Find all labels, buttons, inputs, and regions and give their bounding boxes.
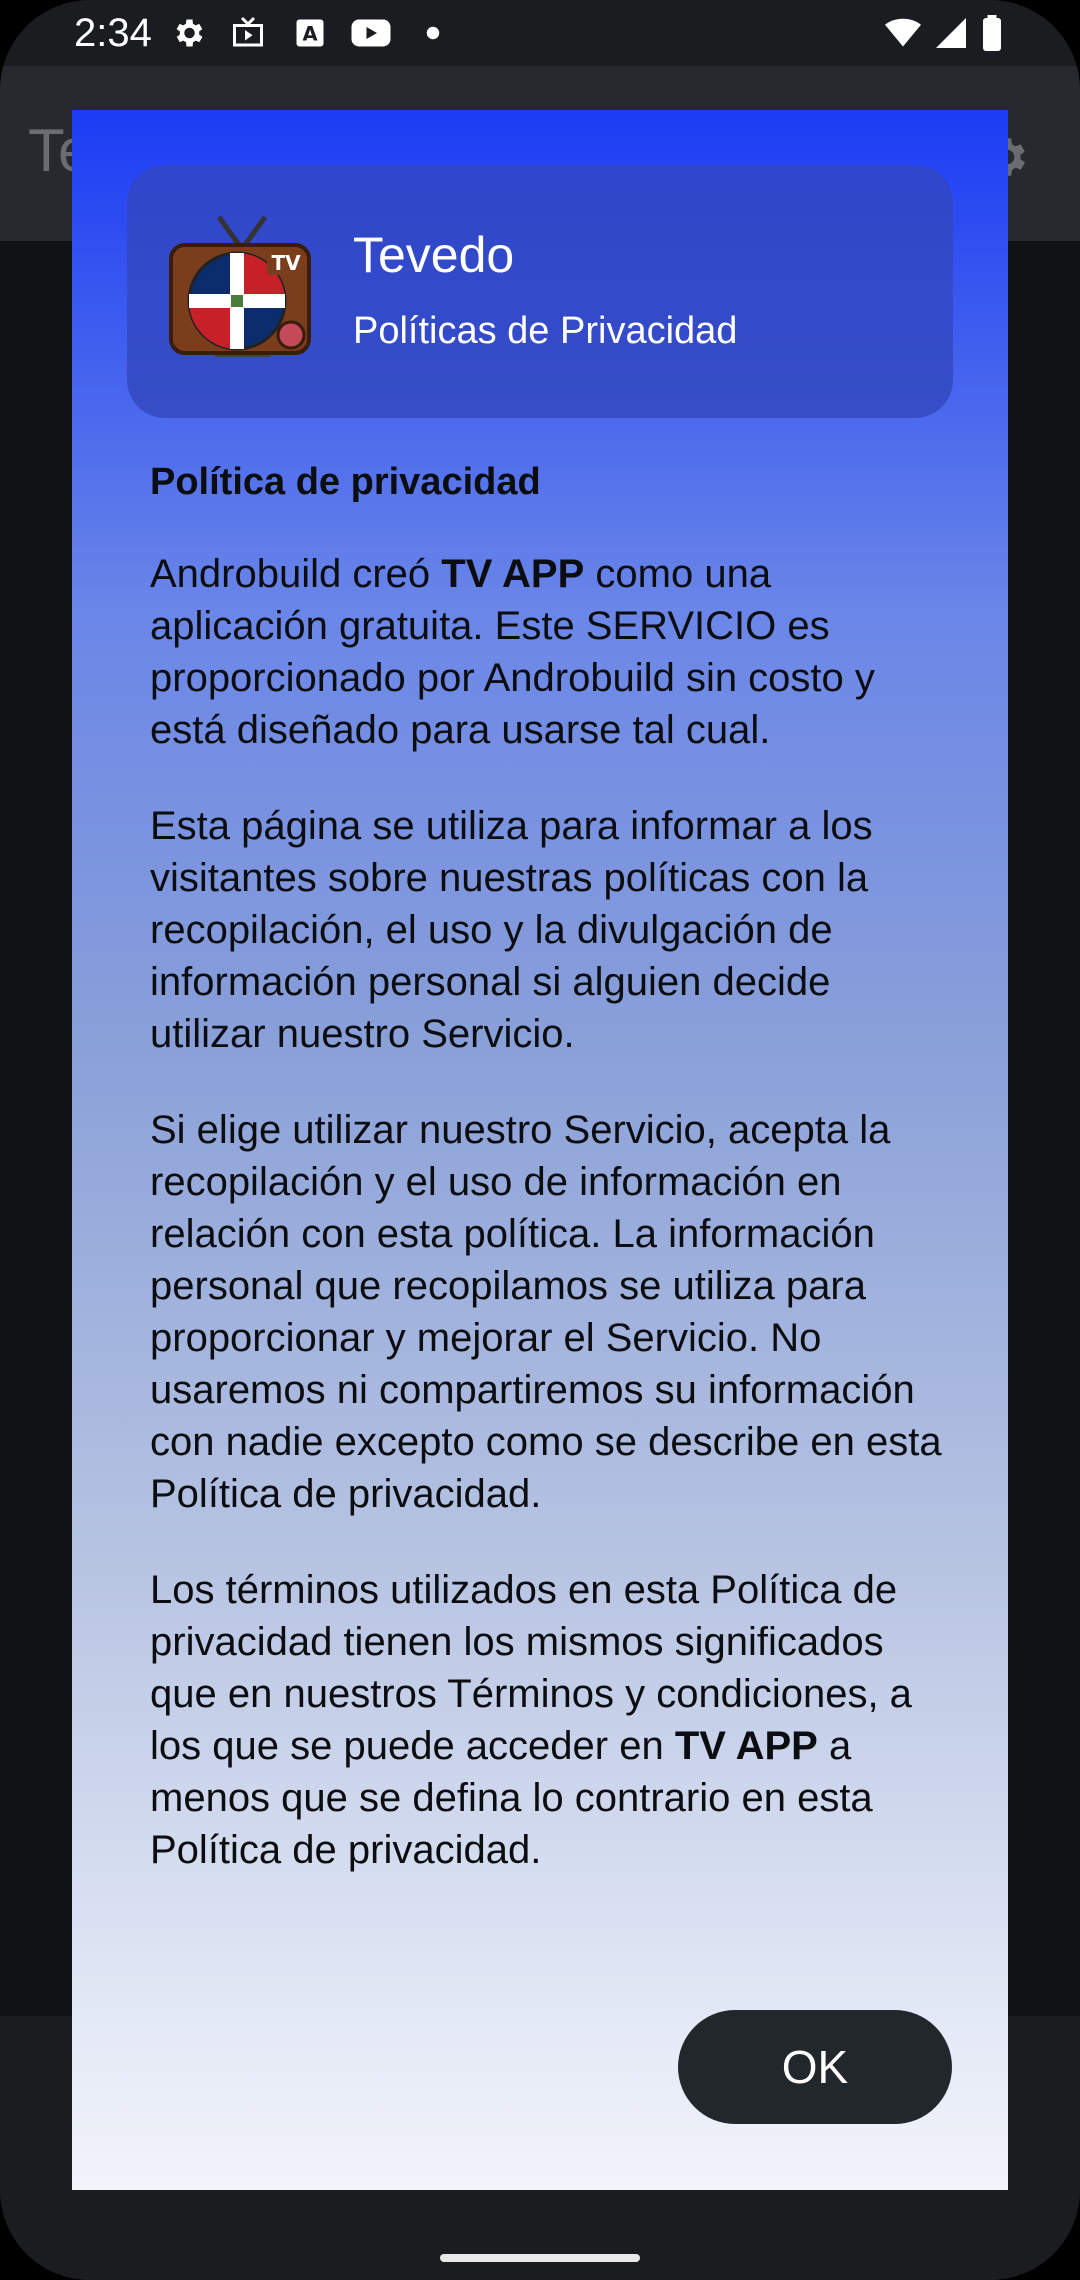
app-logo: TV <box>169 215 311 357</box>
policy-paragraph-3: Si elige utilizar nuestro Servicio, acep… <box>150 1108 942 1516</box>
ok-button[interactable]: OK <box>678 2010 952 2124</box>
policy-heading: Política de privacidad <box>150 461 541 503</box>
font-icon: A <box>296 19 324 47</box>
dialog-subtitle: Políticas de Privacidad <box>353 310 738 352</box>
privacy-policy-dialog: TV Tevedo Políticas de Privacidad Políti… <box>72 110 1008 2190</box>
phone-screen: 2:34 A Te TV Tevedo Políticas de Privaci… <box>0 0 1080 2280</box>
status-time: 2:34 <box>74 11 152 55</box>
svg-text:A: A <box>302 23 317 46</box>
policy-paragraph-4: Los términos utilizados en esta Política… <box>150 1568 912 1872</box>
policy-paragraph-2: Esta página se utiliza para informar a l… <box>150 804 873 1056</box>
youtube-icon <box>351 19 391 47</box>
policy-paragraph-1: Androbuild creó TV APP como una aplicaci… <box>150 552 875 752</box>
wifi-icon <box>885 18 921 47</box>
signal-icon <box>936 18 966 48</box>
logo-badge-text: TV <box>271 251 301 275</box>
settings-icon <box>176 19 203 47</box>
status-bar: 2:34 A <box>0 0 1080 66</box>
tv-icon <box>233 16 263 47</box>
app-name: Tevedo <box>353 227 515 283</box>
gesture-nav-handle[interactable] <box>440 2254 640 2262</box>
battery-icon <box>983 15 1001 51</box>
dialog-header: TV Tevedo Políticas de Privacidad <box>127 165 953 418</box>
dot-icon <box>426 26 440 40</box>
policy-content: Política de privacidad Androbuild creó T… <box>150 458 950 1920</box>
